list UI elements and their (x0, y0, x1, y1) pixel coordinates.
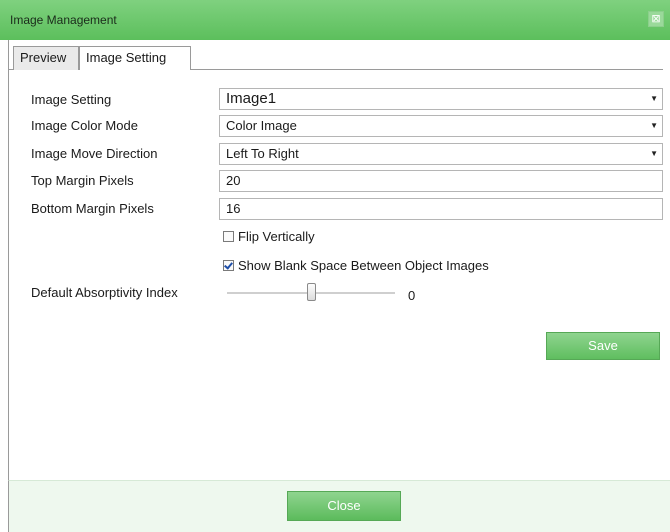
dropdown-arrow-icon: ▼ (650, 94, 658, 103)
title-bar: Image Management ⊠ (0, 0, 670, 40)
show-blank-space-option[interactable]: Show Blank Space Between Object Images (223, 258, 489, 273)
top-margin-input[interactable]: 20 (219, 170, 663, 192)
image-setting-value: Image1 (226, 90, 277, 107)
tab-image-setting[interactable]: Image Setting (79, 46, 191, 70)
save-button[interactable]: Save (546, 332, 660, 360)
dropdown-arrow-icon: ▼ (650, 121, 658, 130)
absorptivity-value: 0 (408, 288, 416, 303)
show-blank-space-label: Show Blank Space Between Object Images (238, 258, 489, 273)
color-mode-value: Color Image (226, 118, 297, 133)
move-direction-value: Left To Right (226, 146, 299, 161)
bottom-margin-label: Bottom Margin Pixels (31, 201, 154, 216)
bottom-margin-input[interactable]: 16 (219, 198, 663, 220)
flip-vertically-label: Flip Vertically (238, 229, 315, 244)
flip-vertically-option[interactable]: Flip Vertically (223, 229, 315, 244)
top-margin-label: Top Margin Pixels (31, 173, 134, 188)
tab-preview[interactable]: Preview (13, 46, 79, 70)
close-button[interactable]: Close (287, 491, 401, 521)
color-mode-select[interactable]: Color Image ▼ (219, 115, 663, 137)
absorptivity-label: Default Absorptivity Index (31, 285, 178, 300)
dropdown-arrow-icon: ▼ (650, 149, 658, 158)
flip-vertically-checkbox[interactable] (223, 231, 234, 242)
move-direction-label: Image Move Direction (31, 146, 158, 161)
image-setting-label: Image Setting (31, 92, 112, 107)
tab-bar: Preview Image Setting (9, 46, 663, 70)
window-title: Image Management (10, 13, 117, 27)
absorptivity-slider-thumb[interactable] (306, 283, 316, 301)
dialog-body: Preview Image Setting Image Setting Imag… (8, 40, 670, 480)
color-mode-label: Image Color Mode (31, 118, 138, 133)
show-blank-space-checkbox[interactable] (223, 260, 234, 271)
image-setting-select[interactable]: Image1 ▼ (219, 88, 663, 110)
dialog-footer: Close (8, 480, 670, 532)
image-setting-panel: Image Setting Image1 ▼ Image Color Mode … (9, 70, 663, 480)
move-direction-select[interactable]: Left To Right ▼ (219, 143, 663, 165)
window-close-icon[interactable]: ⊠ (648, 11, 664, 27)
